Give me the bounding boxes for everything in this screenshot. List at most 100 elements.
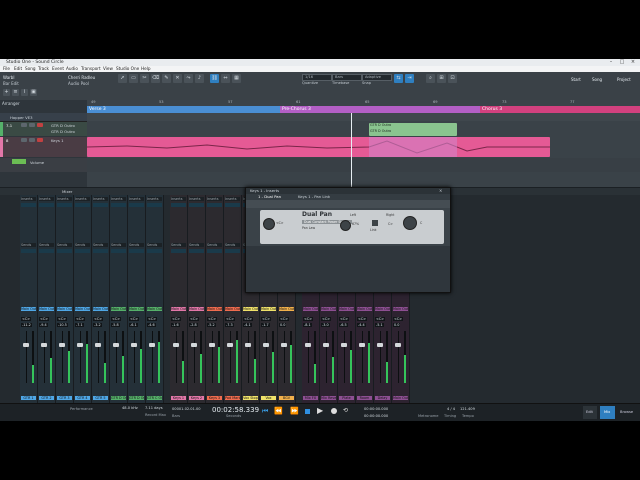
insert-slot[interactable] <box>189 203 204 207</box>
volume-fader[interactable] <box>131 343 137 347</box>
channel-name[interactable]: GTR 2 <box>39 396 54 400</box>
rewind-icon[interactable]: ⏮ <box>262 407 268 416</box>
snap-grid-icon[interactable]: ⊞ <box>437 74 446 83</box>
folder-icon[interactable]: ▣ <box>30 89 37 96</box>
volume-fader[interactable] <box>377 343 383 347</box>
volume-fader[interactable] <box>281 343 287 347</box>
tempo-value[interactable]: 121.409 <box>460 407 475 411</box>
track-row[interactable]: Hopper VE3 <box>0 113 87 122</box>
volume-value[interactable]: -8.1 <box>303 323 312 327</box>
volume-fader[interactable] <box>77 343 83 347</box>
track-row[interactable]: 7-1 GTR D Outro GTR D Outro <box>0 122 87 136</box>
output-label[interactable]: Main Out <box>393 307 408 311</box>
insert-slot[interactable] <box>207 203 222 207</box>
record-arm-button[interactable] <box>37 138 43 142</box>
send-slot[interactable] <box>147 249 162 253</box>
output-label[interactable]: Main Out <box>189 307 204 311</box>
volume-fader[interactable] <box>227 343 233 347</box>
insert-slot[interactable] <box>57 203 72 207</box>
channel-strip[interactable]: Inserts Sends Main Out <C> -7.3 Pad Marimba <box>224 195 242 403</box>
stop-icon[interactable] <box>305 409 310 414</box>
project-page-button[interactable]: Project <box>617 77 631 82</box>
volume-value[interactable]: -4.1 <box>243 323 252 327</box>
output-label[interactable]: Main Out <box>111 307 126 311</box>
mute-button[interactable] <box>21 138 27 142</box>
send-slot[interactable] <box>171 249 186 253</box>
pan-value[interactable]: <C> <box>93 317 104 321</box>
send-slot[interactable] <box>189 249 204 253</box>
pan-value[interactable]: <C> <box>129 317 140 321</box>
send-slot[interactable] <box>21 249 36 253</box>
loop-start[interactable]: 00:00:00.000 <box>364 407 388 411</box>
time-signature[interactable]: 4 / 4 <box>447 407 455 411</box>
output-label[interactable]: Main Out <box>207 307 222 311</box>
volume-value[interactable]: -1.6 <box>171 323 180 327</box>
right-pan-knob[interactable] <box>340 220 351 231</box>
insert-slot[interactable] <box>21 203 36 207</box>
pan-value[interactable]: <C> <box>339 317 350 321</box>
autoscroll-icon[interactable]: ⇥ <box>405 74 414 83</box>
volume-value[interactable]: -2.8 <box>189 323 198 327</box>
volume-fader[interactable] <box>23 343 29 347</box>
inserts-header[interactable]: Inserts <box>171 197 186 201</box>
channel-name[interactable]: BGV <box>279 396 294 400</box>
inserts-header[interactable]: Inserts <box>57 197 72 201</box>
volume-value[interactable]: -9.4 <box>39 323 48 327</box>
forward-icon[interactable]: ⏩ <box>290 407 299 415</box>
send-slot[interactable] <box>225 249 240 253</box>
volume-fader[interactable] <box>149 343 155 347</box>
start-page-button[interactable]: Start <box>571 77 581 82</box>
pan-value[interactable]: <C> <box>75 317 86 321</box>
sends-header[interactable]: Sends <box>21 243 36 247</box>
volume-fader[interactable] <box>341 343 347 347</box>
volume-value[interactable]: -3.0 <box>321 323 330 327</box>
inserts-header[interactable]: Inserts <box>207 197 222 201</box>
eraser-tool-icon[interactable]: ⌫ <box>151 74 160 83</box>
channel-strip[interactable]: Inserts Sends Main Out <C> -5.8 GTR D Outro <box>110 195 128 403</box>
volume-value[interactable]: -5.8 <box>111 323 120 327</box>
track-row[interactable]: 8 Keys 1 <box>0 137 87 157</box>
channel-name[interactable]: Room <box>357 396 372 400</box>
channel-strip[interactable]: Inserts Sends Main Out <C> -11.2 GTR 1 <box>20 195 38 403</box>
range-tool-icon[interactable]: ▭ <box>129 74 138 83</box>
channel-name[interactable]: Mix FX <box>303 396 318 400</box>
output-label[interactable]: Main Out <box>75 307 90 311</box>
volume-fader[interactable] <box>395 343 401 347</box>
automation-row[interactable]: Volume <box>0 158 87 172</box>
solo-button[interactable] <box>29 138 35 142</box>
channel-name[interactable]: Keys 3 <box>207 396 222 400</box>
bend-tool-icon[interactable]: ⤳ <box>184 74 193 83</box>
close-icon[interactable]: × <box>628 59 638 66</box>
volume-value[interactable]: -4.6 <box>147 323 156 327</box>
volume-value[interactable]: -7.3 <box>225 323 234 327</box>
grid-icon[interactable]: ▦ <box>232 74 241 83</box>
channel-name[interactable]: GTR 4 <box>75 396 90 400</box>
track-list-icon[interactable]: ≡ <box>12 89 19 96</box>
channel-name[interactable]: GTR C Outro <box>147 396 162 400</box>
volume-value[interactable]: 0.0 <box>279 323 287 327</box>
channel-strip[interactable]: Inserts Sends Main Out <C> -1.6 Keys 1 <box>170 195 188 403</box>
inserts-header[interactable]: Inserts <box>21 197 36 201</box>
paint-tool-icon[interactable]: ✎ <box>162 74 171 83</box>
volume-value[interactable]: -11.2 <box>21 323 32 327</box>
pan-value[interactable]: <C> <box>189 317 200 321</box>
listen-tool-icon[interactable]: ♪ <box>195 74 204 83</box>
inserts-header[interactable]: Inserts <box>147 197 162 201</box>
input-knob[interactable] <box>403 216 417 230</box>
output-label[interactable]: Main Out <box>243 307 258 311</box>
volume-value[interactable]: -10.5 <box>57 323 68 327</box>
insert-slot[interactable] <box>129 203 144 207</box>
output-label[interactable]: Main Out <box>303 307 318 311</box>
inserts-header[interactable]: Inserts <box>111 197 126 201</box>
sends-header[interactable]: Sends <box>129 243 144 247</box>
record-icon[interactable] <box>331 408 337 414</box>
volume-fader[interactable] <box>209 343 215 347</box>
channel-name[interactable]: GTR D Outro <box>129 396 144 400</box>
channel-name[interactable]: Pad Marimba <box>225 396 240 400</box>
pan-value[interactable]: <C> <box>39 317 50 321</box>
pan-value[interactable]: <C> <box>261 317 272 321</box>
sends-header[interactable]: Sends <box>171 243 186 247</box>
sends-header[interactable]: Sends <box>189 243 204 247</box>
sends-header[interactable]: Sends <box>111 243 126 247</box>
channel-name[interactable]: Keys 1 <box>171 396 186 400</box>
